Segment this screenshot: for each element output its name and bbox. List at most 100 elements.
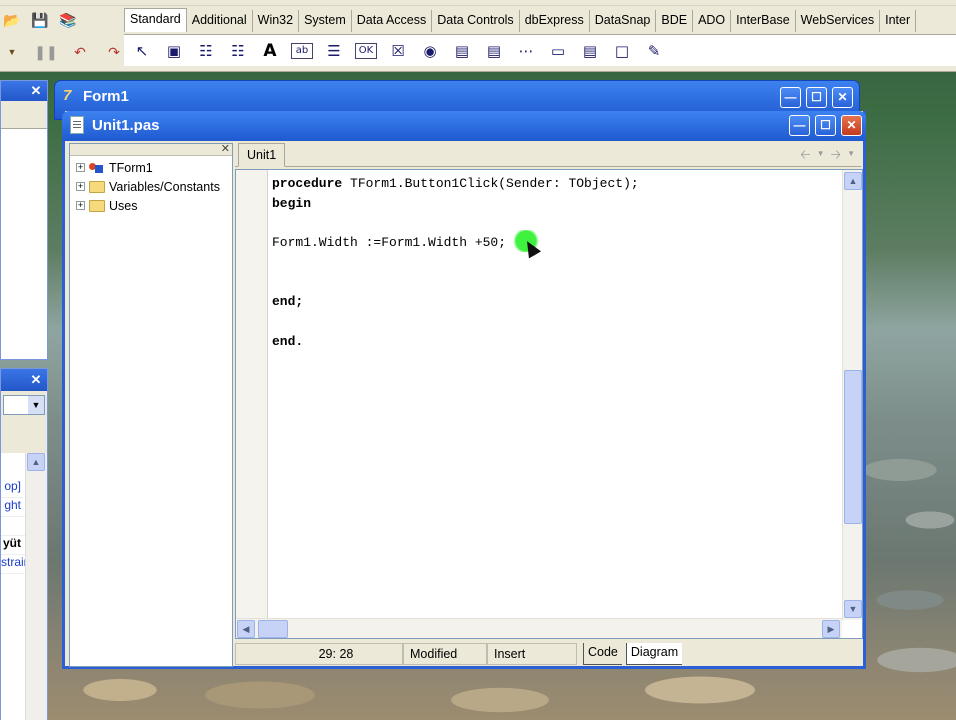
- close-button[interactable]: ✕: [832, 87, 853, 108]
- tab-code[interactable]: Code: [583, 643, 622, 665]
- back-icon[interactable]: 🡠: [800, 146, 811, 168]
- tab-diagram[interactable]: Diagram: [625, 643, 683, 665]
- checkbox-icon[interactable]: ☒: [384, 38, 412, 64]
- open-icon[interactable]: 📂: [0, 8, 24, 32]
- code-line[interactable]: procedure TForm1.Button1Click(Sender: TO…: [272, 174, 639, 194]
- editor-vertical-scrollbar[interactable]: ▲ ▼: [842, 170, 862, 620]
- save-icon[interactable]: 💾: [28, 8, 52, 32]
- close-icon[interactable]: ✕: [28, 83, 44, 99]
- object-inspector-pane: ✕ ▼ op] ght yüt strair ▲: [0, 368, 48, 720]
- combobox-icon[interactable]: ▤: [480, 38, 508, 64]
- radiogroup-icon[interactable]: ▤: [576, 38, 604, 64]
- code-line[interactable]: [272, 312, 639, 332]
- pointer-icon[interactable]: ↖: [128, 38, 156, 64]
- tab-unit1[interactable]: Unit1: [238, 143, 286, 167]
- palette-tab-ado[interactable]: ADO: [693, 10, 732, 32]
- pause-icon[interactable]: ❚❚: [34, 40, 58, 64]
- chevron-down-icon[interactable]: ▼: [847, 146, 855, 168]
- code-line[interactable]: [272, 272, 639, 292]
- close-icon[interactable]: ✕: [221, 142, 230, 155]
- radiobutton-icon[interactable]: ◉: [416, 38, 444, 64]
- scroll-up-icon[interactable]: ▲: [844, 172, 862, 190]
- palette-tab-win32[interactable]: Win32: [253, 10, 300, 32]
- quick-tools: 📂 💾 📚: [0, 8, 80, 32]
- actionlist-icon[interactable]: ✎: [640, 38, 668, 64]
- palette-tab-datasnap[interactable]: DataSnap: [590, 10, 657, 32]
- code-line[interactable]: [272, 253, 639, 273]
- trace-into-icon[interactable]: ↶: [68, 40, 92, 64]
- popupmenu-icon[interactable]: ☷: [224, 38, 252, 64]
- component-palette-tabs: Standard Additional Win32 System Data Access…: [124, 8, 917, 32]
- code-line[interactable]: begin: [272, 194, 639, 214]
- chevron-down-icon[interactable]: ▼: [28, 396, 44, 414]
- step-over-icon[interactable]: ↷: [102, 40, 126, 64]
- expand-icon[interactable]: +: [76, 201, 85, 210]
- scrollbar-icon[interactable]: ⋯: [512, 38, 540, 64]
- tree-item[interactable]: + Variables/Constants: [70, 177, 232, 196]
- minimize-button[interactable]: —: [789, 115, 810, 136]
- code-editor-window: Unit1.pas — ☐ ✕ ✕ + TForm1 + Variables/Cons…: [62, 111, 866, 669]
- scroll-thumb[interactable]: [258, 620, 288, 638]
- tree-item-label: Variables/Constants: [109, 179, 220, 194]
- chevron-down-icon[interactable]: ▼: [817, 146, 825, 168]
- minimize-button[interactable]: —: [780, 87, 801, 108]
- scroll-down-icon[interactable]: ▼: [844, 600, 862, 618]
- forward-icon[interactable]: 🡢: [831, 146, 842, 168]
- palette-tab-webservices[interactable]: WebServices: [796, 10, 881, 32]
- palette-tab-dbexpress[interactable]: dbExpress: [520, 10, 590, 32]
- inspector-scrollbar[interactable]: ▲: [25, 453, 47, 720]
- modified-indicator: Modified: [403, 643, 487, 665]
- form-icon: [89, 161, 105, 175]
- code-area[interactable]: procedure TForm1.Button1Click(Sender: TO…: [235, 169, 863, 639]
- label-icon[interactable]: A: [256, 38, 284, 64]
- code-line[interactable]: Form1.Width :=Form1.Width +50;: [272, 233, 639, 253]
- palette-tab-interbase[interactable]: InterBase: [731, 10, 796, 32]
- listbox-icon[interactable]: ▤: [448, 38, 476, 64]
- editor-status-bar: 29: 28 Modified Insert Code Diagram: [235, 643, 863, 665]
- memo-icon[interactable]: ☰: [320, 38, 348, 64]
- editor-horizontal-scrollbar[interactable]: ◀ ▶: [236, 618, 842, 638]
- tree-item-label: TForm1: [109, 160, 153, 175]
- dropdown-icon[interactable]: ▼: [0, 40, 24, 64]
- palette-tab-standard[interactable]: Standard: [124, 8, 187, 32]
- palette-tab-system[interactable]: System: [299, 10, 352, 32]
- code-text: TForm1.Button1Click(Sender: TObject);: [342, 176, 639, 191]
- close-button[interactable]: ✕: [841, 115, 862, 136]
- object-selector-combo[interactable]: ▼: [3, 395, 45, 415]
- tree-item-label: Uses: [109, 198, 138, 213]
- history-navigation: 🡠 ▼ 🡢 ▼: [800, 146, 855, 168]
- scroll-left-icon[interactable]: ◀: [237, 620, 255, 638]
- source-code[interactable]: procedure TForm1.Button1Click(Sender: TO…: [272, 174, 639, 351]
- expand-icon[interactable]: +: [76, 163, 85, 172]
- scroll-up-icon[interactable]: ▲: [27, 453, 45, 471]
- code-explorer: ✕ + TForm1 + Variables/Constants + Uses: [69, 143, 233, 667]
- code-line[interactable]: end;: [272, 292, 639, 312]
- maximize-button[interactable]: ☐: [815, 115, 836, 136]
- component-palette: ↖ ▣ ☷ ☷ Aab ☰ OK ☒ ◉ ▤ ▤ ⋯ ▭ ▤ □ ✎: [124, 34, 956, 66]
- code-text: Form1.Width :=Form1.Width +50;: [272, 235, 507, 251]
- panel-icon[interactable]: □: [608, 38, 636, 64]
- frame-icon[interactable]: ▣: [160, 38, 188, 64]
- palette-tab-bde[interactable]: BDE: [656, 10, 694, 32]
- groupbox-icon[interactable]: ▭: [544, 38, 572, 64]
- palette-tab-additional[interactable]: Additional: [187, 10, 253, 32]
- close-icon[interactable]: ✕: [28, 372, 44, 388]
- palette-tab-data-access[interactable]: Data Access: [352, 10, 433, 32]
- tree-item[interactable]: + Uses: [70, 196, 232, 215]
- code-line[interactable]: end.: [272, 332, 639, 352]
- open-project-icon[interactable]: 📚: [56, 8, 80, 32]
- code-line[interactable]: [272, 213, 639, 233]
- expand-icon[interactable]: +: [76, 182, 85, 191]
- scroll-thumb[interactable]: [844, 370, 862, 524]
- palette-tab-inter[interactable]: Inter: [880, 10, 917, 32]
- insert-mode: Insert: [487, 643, 577, 665]
- object-inspector-caption: ✕: [1, 369, 47, 391]
- button-icon[interactable]: OK: [355, 42, 377, 59]
- palette-tab-data-controls[interactable]: Data Controls: [432, 10, 520, 32]
- mainmenu-icon[interactable]: ☷: [192, 38, 220, 64]
- scroll-right-icon[interactable]: ▶: [822, 620, 840, 638]
- edit-icon[interactable]: ab: [291, 42, 313, 59]
- maximize-button[interactable]: ☐: [806, 87, 827, 108]
- tree-item[interactable]: + TForm1: [70, 158, 232, 177]
